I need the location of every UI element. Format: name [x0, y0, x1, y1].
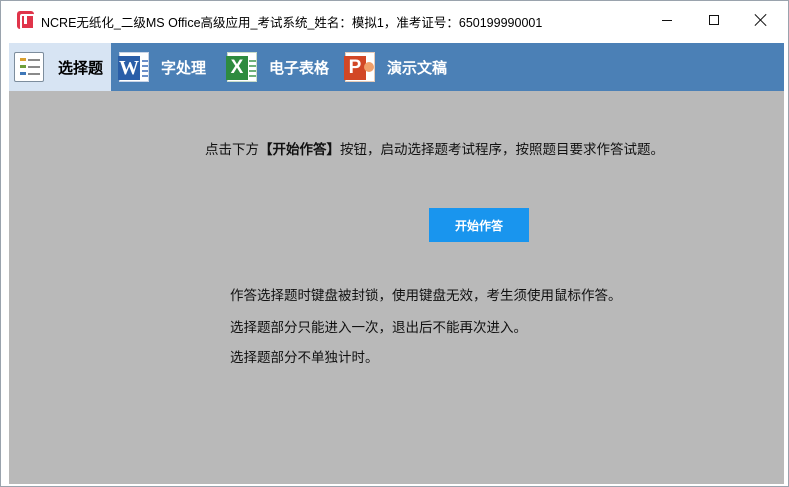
- instruction-suffix: 按钮，启动选择题考试程序，按照题目要求作答试题。: [340, 142, 664, 158]
- powerpoint-icon-letter: P: [344, 56, 366, 80]
- choice-question-icon: [14, 52, 44, 82]
- close-button[interactable]: [738, 1, 784, 39]
- tab-presentation[interactable]: P 演示文稿: [339, 43, 469, 91]
- choice-question-panel: 点击下方【开始作答】按钮，启动选择题考试程序，按照题目要求作答试题。 开始作答 …: [9, 91, 784, 484]
- minimize-icon: [662, 19, 672, 21]
- note-single-entry: 选择题部分只能进入一次，退出后不能再次进入。: [230, 320, 527, 336]
- excel-icon: X: [226, 52, 257, 82]
- maximize-button[interactable]: [691, 1, 737, 39]
- maximize-icon: [709, 15, 719, 25]
- powerpoint-icon: P: [344, 52, 375, 82]
- note-keyboard-locked: 作答选择题时键盘被封锁，使用键盘无效，考生须使用鼠标作答。: [230, 288, 622, 304]
- title-bar[interactable]: NCRE无纸化_二级MS Office高级应用_考试系统_姓名：模拟1，准考证号…: [1, 1, 788, 41]
- tab-label-excel: 电子表格: [269, 58, 330, 77]
- tab-label-choice: 选择题: [58, 58, 104, 77]
- word-icon-letter: W: [118, 56, 140, 80]
- tab-choice-questions[interactable]: 选择题: [9, 43, 111, 91]
- instruction-prefix: 点击下方: [205, 142, 259, 158]
- minimize-button[interactable]: [644, 1, 690, 39]
- start-instruction: 点击下方【开始作答】按钮，启动选择题考试程序，按照题目要求作答试题。: [205, 138, 664, 158]
- close-icon: [755, 14, 767, 26]
- start-answering-button[interactable]: 开始作答: [429, 208, 529, 242]
- tab-spreadsheet[interactable]: X 电子表格: [221, 43, 343, 91]
- exam-window: NCRE无纸化_二级MS Office高级应用_考试系统_姓名：模拟1，准考证号…: [0, 0, 789, 487]
- window-title: NCRE无纸化_二级MS Office高级应用_考试系统_姓名：模拟1，准考证号…: [41, 16, 543, 30]
- excel-icon-letter: X: [226, 56, 248, 80]
- module-tab-bar: 选择题 W 字处理 X 电子表格 P 演示文稿: [9, 43, 784, 91]
- tab-label-ppt: 演示文稿: [387, 58, 448, 77]
- ncre-app-icon: [17, 11, 35, 30]
- note-no-separate-timing: 选择题部分不单独计时。: [230, 350, 379, 366]
- tab-word-processing[interactable]: W 字处理: [115, 43, 219, 91]
- instruction-highlight: 【开始作答】: [259, 142, 340, 158]
- tab-label-word: 字处理: [161, 58, 207, 77]
- word-icon: W: [118, 52, 149, 82]
